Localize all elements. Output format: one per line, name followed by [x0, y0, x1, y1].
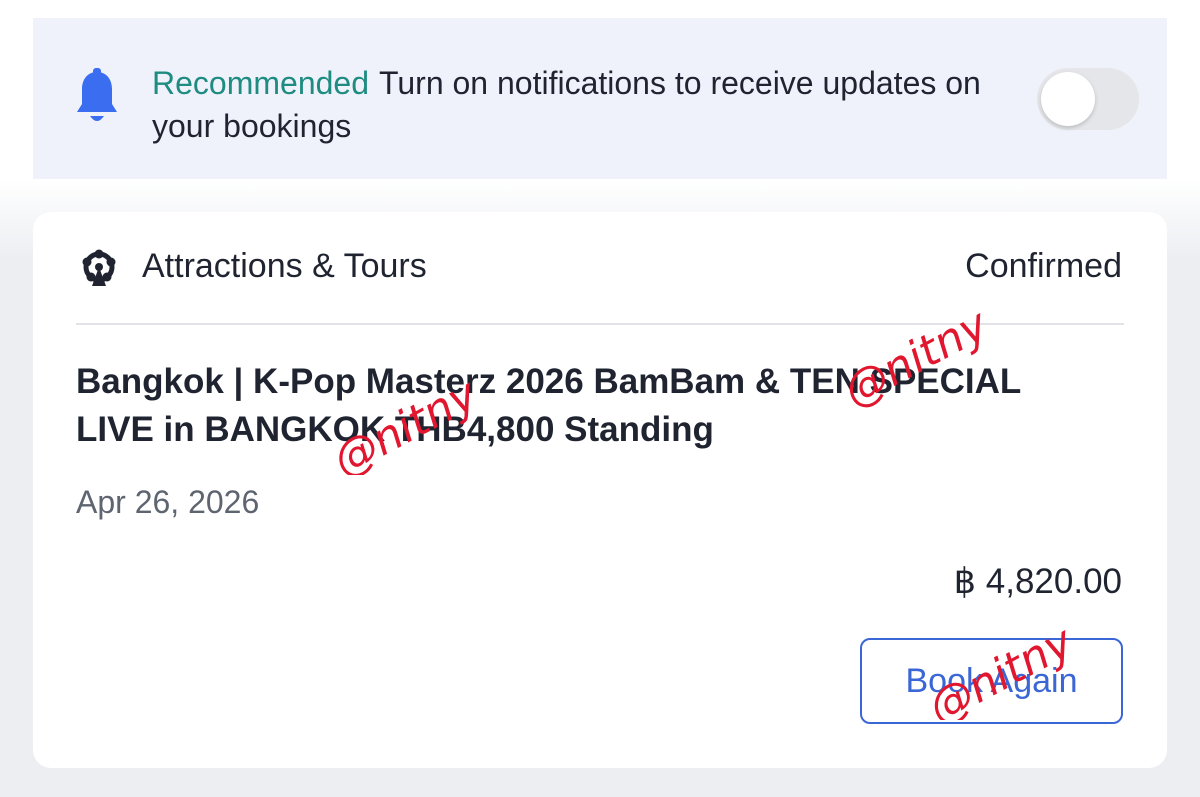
toggle-knob — [1041, 72, 1095, 126]
recommended-label: Recommended — [152, 65, 369, 101]
booking-price: ฿ 4,820.00 — [953, 562, 1122, 601]
divider — [76, 323, 1124, 325]
booking-status: Confirmed — [965, 247, 1122, 285]
book-again-button[interactable]: Book Again — [860, 638, 1123, 724]
booking-date: Apr 26, 2026 — [76, 484, 260, 520]
ferris-wheel-icon — [82, 249, 116, 286]
bell-icon — [77, 68, 117, 121]
notifications-toggle[interactable] — [1037, 68, 1139, 130]
booking-title: Bangkok | K-Pop Masterz 2026 BamBam & TE… — [76, 362, 1021, 449]
notification-text: Recommended Turn on notifications to rece… — [152, 62, 1002, 148]
category-label: Attractions & Tours — [142, 247, 427, 285]
